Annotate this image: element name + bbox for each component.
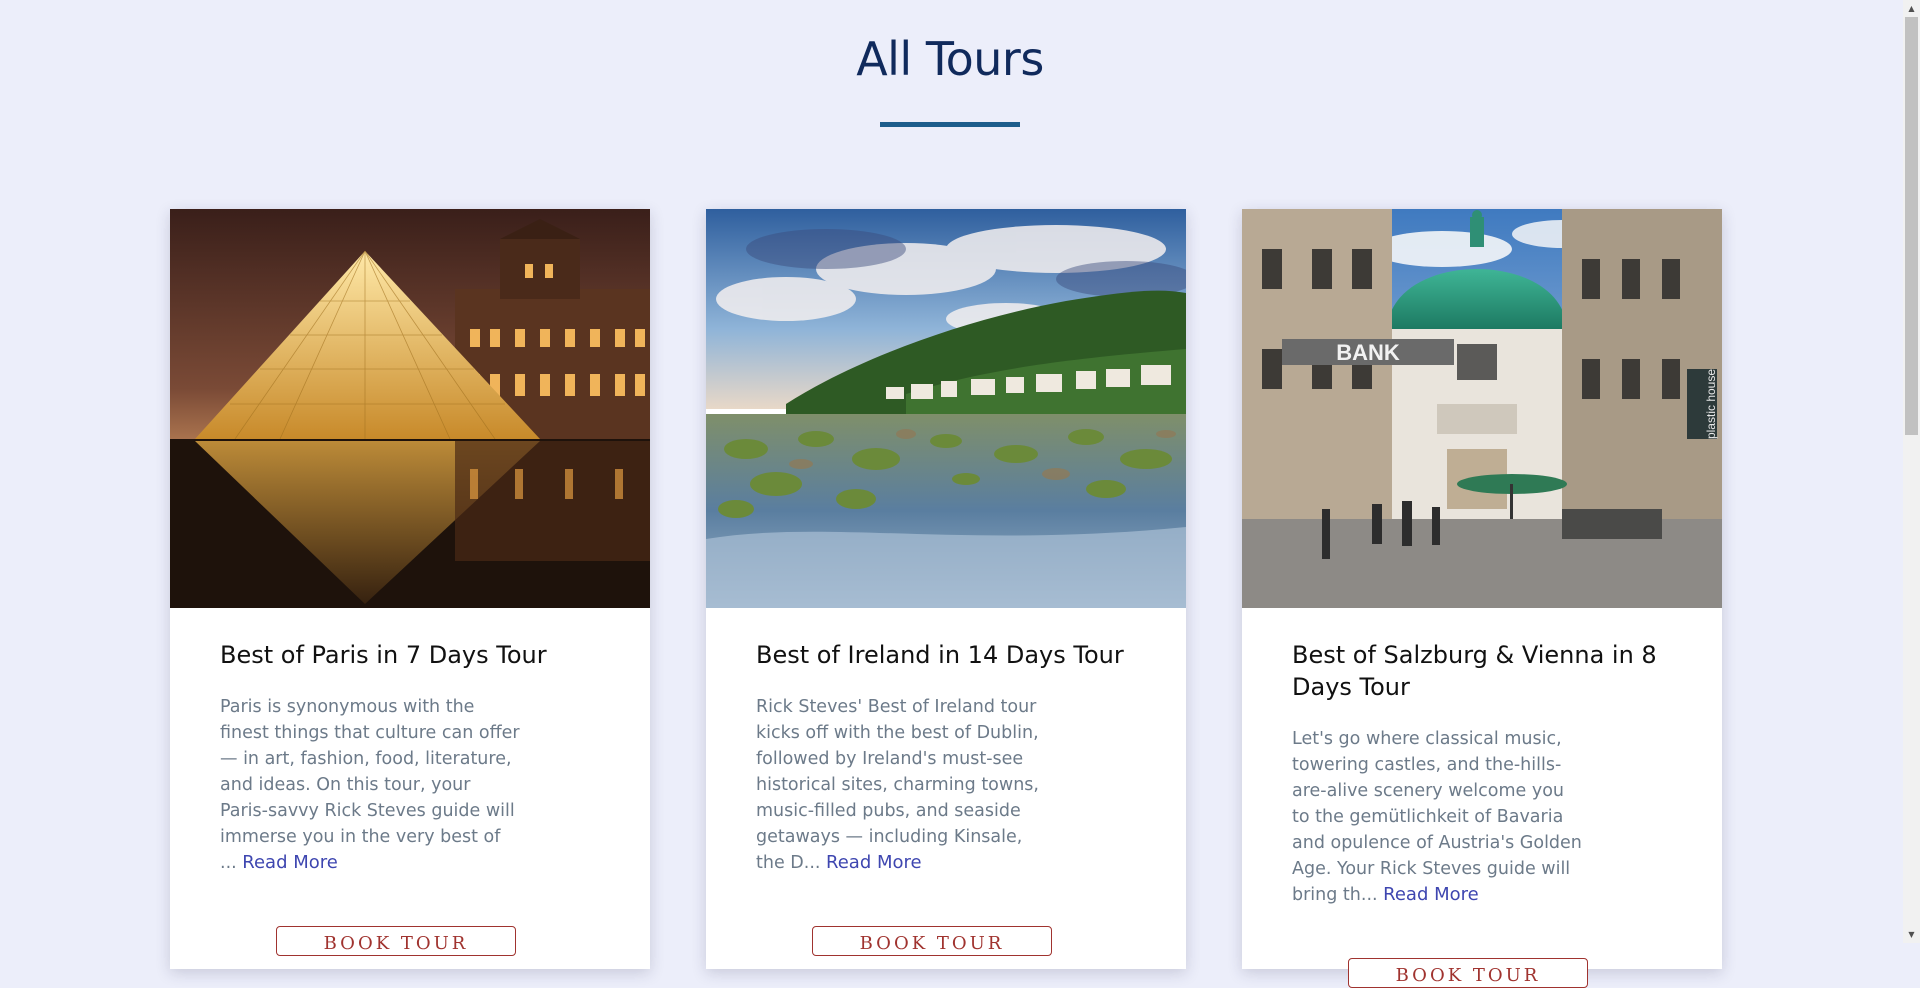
tour-image-vienna[interactable]: BANK plastic house <box>1242 209 1722 608</box>
tour-description-text: Paris is synonymous with the finest thin… <box>220 697 520 873</box>
read-more-link[interactable]: Read More <box>1383 884 1479 905</box>
bank-sign: BANK <box>1336 340 1400 365</box>
title-underline <box>880 122 1020 127</box>
tour-card-ireland: Best of Ireland in 14 Days Tour Rick Ste… <box>706 209 1186 969</box>
read-more-link[interactable]: Read More <box>826 852 922 873</box>
page-title: All Tours <box>856 32 1044 86</box>
scrollbar-thumb[interactable] <box>1905 17 1918 435</box>
book-tour-button[interactable]: Book Tour <box>1348 958 1588 988</box>
plastic-house-sign: plastic house <box>1704 369 1718 439</box>
tour-card-paris: Best of Paris in 7 Days Tour Paris is sy… <box>170 209 650 969</box>
tour-description: Let's go where classical music, towering… <box>1292 726 1582 908</box>
tour-description: Paris is synonymous with the finest thin… <box>220 694 520 876</box>
scroll-up-arrow-icon[interactable]: ▲ <box>1903 0 1920 17</box>
ireland-coast-image <box>706 209 1186 608</box>
read-more-link[interactable]: Read More <box>242 852 338 873</box>
louvre-pyramid-image <box>170 209 650 608</box>
tour-title[interactable]: Best of Paris in 7 Days Tour <box>220 639 620 671</box>
tour-image-ireland[interactable] <box>706 209 1186 608</box>
scroll-down-arrow-icon[interactable]: ▼ <box>1903 926 1920 943</box>
tour-description: Rick Steves' Best of Ireland tour kicks … <box>756 694 1056 876</box>
vertical-scrollbar[interactable]: ▲ ▼ <box>1903 0 1920 943</box>
book-tour-button[interactable]: Book Tour <box>812 926 1052 956</box>
tours-page: All Tours Best of Paris in 7 Days Tour P… <box>0 0 1903 988</box>
tour-card-salzburg-vienna: BANK plastic house Best of Salzburg & Vi… <box>1242 209 1722 988</box>
tour-image-paris[interactable] <box>170 209 650 608</box>
tour-title[interactable]: Best of Salzburg & Vienna in 8 Days Tour <box>1292 639 1692 703</box>
tour-description-text: Rick Steves' Best of Ireland tour kicks … <box>756 697 1039 873</box>
tour-description-text: Let's go where classical music, towering… <box>1292 729 1582 905</box>
tour-title[interactable]: Best of Ireland in 14 Days Tour <box>756 639 1156 671</box>
book-tour-button[interactable]: Book Tour <box>276 926 516 956</box>
vienna-street-image: BANK plastic house <box>1242 209 1722 608</box>
